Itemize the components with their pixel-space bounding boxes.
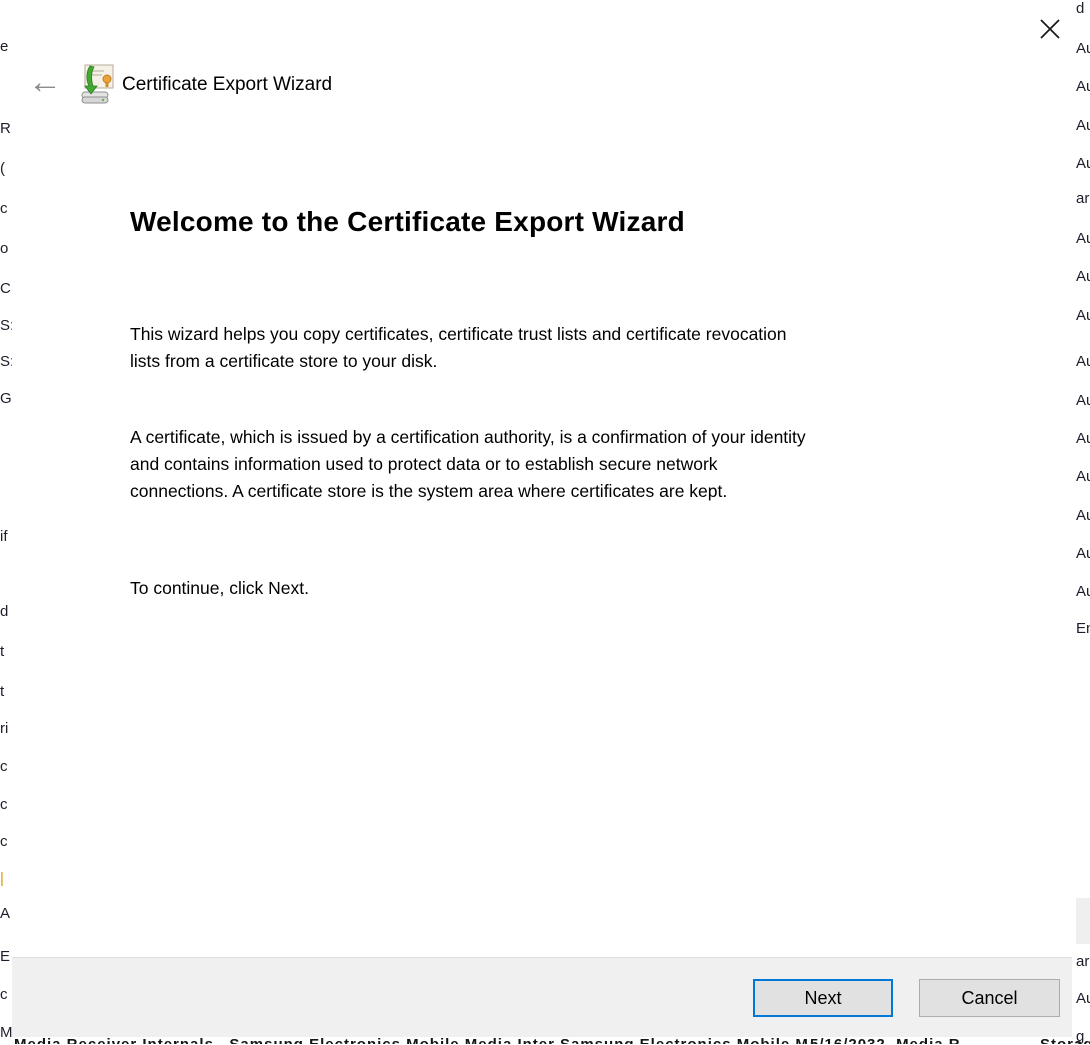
close-button[interactable] [1028,10,1072,48]
background-text-fragment: Au [1076,990,1090,1007]
background-text-fragment: if [0,528,8,545]
background-text-fragment: G [0,390,12,407]
background-text-fragment: ar [1076,190,1090,207]
paragraph-line: connections. A certificate store is the … [130,481,728,501]
description-paragraph: A certificate, which is issued by a cert… [130,424,1010,505]
background-text-fragment: | [0,870,4,887]
background-text-fragment: ( [0,160,5,177]
background-text-fragment: c [0,758,8,775]
close-icon [1040,19,1060,39]
cancel-button-label: Cancel [961,987,1018,1008]
background-text-fragment: Au [1076,468,1090,485]
cancel-button[interactable]: Cancel [919,979,1060,1017]
background-text-fragment: Samsung Electronics Mobile M [560,1036,809,1044]
background-text-fragment: d [0,603,9,620]
welcome-heading: Welcome to the Certificate Export Wizard [130,206,685,237]
paragraph-line: lists from a certificate store to your d… [130,351,438,371]
background-text-fragment: ri [0,720,9,737]
paragraph-line: To continue, click Next. [130,578,309,598]
dialog-footer: Next Cancel [12,957,1072,1037]
background-text-fragment: c [0,833,8,850]
back-arrow-icon: ← [28,63,62,101]
background-text-fragment: Au [1076,307,1090,324]
background-text-fragment: A [0,905,11,922]
background-text-fragment: o [0,240,9,257]
background-bottom-row-clipped: Media Receiver Internals Samsung Electro… [0,1036,1090,1044]
intro-paragraph: This wizard helps you copy certificates,… [130,321,1010,375]
background-text-fragment: R [0,120,11,137]
background-text-fragment: C [0,280,11,297]
background-text-fragment: c [0,796,8,813]
background-text-fragment: Au [1076,40,1090,57]
background-text-fragment: 5/16/2032 Media R [810,1036,961,1044]
background-text-fragment: Au [1076,78,1090,95]
back-button[interactable]: ← [22,60,68,104]
paragraph-line: This wizard helps you copy certificates,… [130,324,787,344]
background-text-fragment: Au [1076,545,1090,562]
continue-instruction: To continue, click Next. [130,575,1010,602]
background-scrollbar-block [1076,898,1090,944]
background-text-fragment: t [0,683,5,700]
background-text-fragment: Au [1076,155,1090,172]
background-text-fragment: Au [1076,430,1090,447]
background-text-fragment: Au [1076,353,1090,370]
background-text-fragment: E [0,948,11,965]
background-text-fragment: En [1076,620,1090,637]
certificate-export-wizard-dialog: ← Certificate Export Wizard Welcome to t… [12,0,1072,1037]
next-button-label: Next [804,987,842,1008]
background-text-fragment: c [0,200,8,217]
background-text-fragment: Au [1076,117,1090,134]
background-text-fragment: Storag [1040,1036,1090,1044]
paragraph-line: A certificate, which is issued by a cert… [130,427,806,447]
background-text-fragment: Au [1076,583,1090,600]
background-text-fragment: Au [1076,507,1090,524]
background-text-fragment: e [0,38,9,55]
background-text-fragment: Au [1076,230,1090,247]
background-text-fragment: t [0,643,5,660]
background-text-fragment: ar [1076,953,1090,970]
certificate-export-icon [81,64,114,104]
background-text-fragment: Au [1076,268,1090,285]
background-text-fragment: d [1076,0,1085,17]
paragraph-line: and contains information used to protect… [130,454,718,474]
background-text-fragment: Au [1076,392,1090,409]
next-button[interactable]: Next [753,979,893,1017]
background-text-fragment: c [0,986,8,1003]
background-text-fragment: Media Receiver Internals Samsung Electro… [14,1036,555,1044]
wizard-title: Certificate Export Wizard [122,74,333,95]
